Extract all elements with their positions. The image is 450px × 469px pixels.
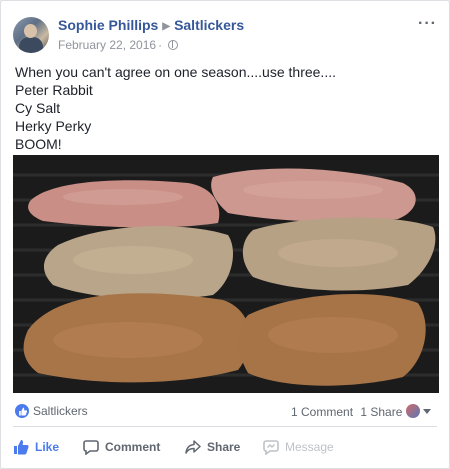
message-button[interactable]: Message bbox=[263, 436, 334, 458]
globe-icon[interactable] bbox=[168, 40, 179, 50]
share-button[interactable]: Share bbox=[185, 436, 240, 458]
reactions-summary[interactable]: Saltlickers bbox=[15, 404, 88, 418]
post-as-selector[interactable] bbox=[406, 404, 431, 418]
like-label: Like bbox=[35, 440, 60, 454]
author-avatar[interactable] bbox=[13, 17, 49, 53]
message-icon bbox=[263, 440, 279, 455]
post-card: Sophie Phillips ▶ Saltlickers February 22,… bbox=[0, 0, 450, 469]
post-photo[interactable] bbox=[13, 155, 439, 393]
share-label: Share bbox=[207, 440, 241, 454]
engagement-counts: 1 Comment 1 Share bbox=[291, 405, 406, 419]
post-meta: February 22, 2016 · bbox=[58, 38, 179, 52]
post-text-line: Peter Rabbit bbox=[15, 82, 93, 98]
chevron-down-icon bbox=[423, 408, 431, 414]
post-text-line: When you can't agree on one season....us… bbox=[15, 64, 336, 80]
post-text-line: Herky Perky bbox=[15, 118, 92, 134]
more-options-icon[interactable]: ··· bbox=[418, 15, 437, 33]
group-name-link[interactable]: Saltlickers bbox=[174, 17, 244, 33]
thumbs-up-icon bbox=[14, 440, 29, 455]
meta-separator: · bbox=[158, 38, 163, 52]
post-header: Sophie Phillips ▶ Saltlickers bbox=[58, 17, 244, 33]
share-arrow-icon bbox=[185, 440, 201, 454]
post-text-line: Cy Salt bbox=[15, 100, 61, 116]
share-count-link[interactable]: 1 Share bbox=[360, 405, 402, 419]
author-name-link[interactable]: Sophie Phillips bbox=[58, 17, 158, 33]
action-bar: Like Comment Share Message bbox=[13, 436, 437, 458]
divider bbox=[13, 426, 437, 427]
comment-count-link[interactable]: 1 Comment bbox=[291, 405, 353, 419]
speech-bubble-icon bbox=[83, 440, 99, 455]
comment-button[interactable]: Comment bbox=[83, 436, 160, 458]
arrow-right-icon: ▶ bbox=[162, 21, 171, 32]
like-reaction-icon bbox=[15, 404, 29, 418]
post-date[interactable]: February 22, 2016 bbox=[58, 38, 156, 52]
post-text-line: BOOM! bbox=[15, 136, 62, 152]
like-button[interactable]: Like bbox=[13, 436, 59, 458]
message-label: Message bbox=[285, 440, 334, 454]
reactions-label: Saltlickers bbox=[33, 404, 88, 418]
comment-label: Comment bbox=[105, 440, 161, 454]
viewer-avatar bbox=[406, 404, 420, 418]
post-text: When you can't agree on one season....us… bbox=[15, 63, 336, 153]
